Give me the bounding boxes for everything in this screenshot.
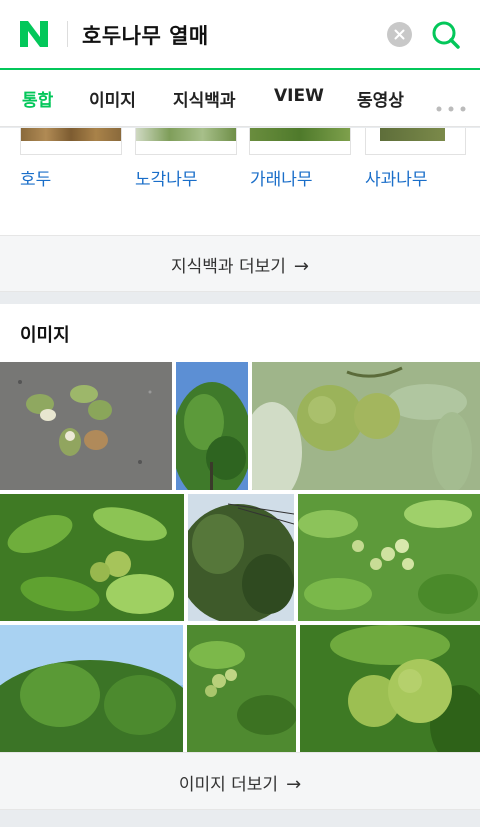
related-thumb-stewartia[interactable] <box>135 128 237 155</box>
search-header: 호두나무 열매 <box>0 0 480 68</box>
related-label-apple[interactable]: 사과나무 <box>365 165 428 190</box>
search-query-input[interactable]: 호두나무 열매 <box>82 20 209 50</box>
tab-encyclopedia[interactable]: 지식백과 <box>173 86 236 111</box>
image-section-title: 이미지 <box>20 325 70 346</box>
related-label-butternut[interactable]: 가래나무 <box>250 165 313 190</box>
related-thumb-apple[interactable] <box>365 128 466 155</box>
related-thumb-butternut[interactable] <box>249 128 351 155</box>
image-green-walnuts-closeup[interactable] <box>252 362 480 490</box>
naver-logo-icon[interactable] <box>18 19 50 49</box>
clear-icon[interactable] <box>387 22 412 47</box>
image-walnut-branch-fruits[interactable] <box>187 625 296 752</box>
tab-view[interactable]: VIEW <box>274 86 324 106</box>
header-divider <box>67 21 68 47</box>
more-tabs-icon[interactable] <box>436 97 466 112</box>
tab-images[interactable]: 이미지 <box>89 86 136 111</box>
section-gap <box>0 810 480 827</box>
tab-video[interactable]: 동영상 <box>357 86 404 111</box>
encyclopedia-more-label: 지식백과 더보기 <box>171 257 286 277</box>
related-encyclopedia-section: 호두 노각나무 가래나무 사과나무 <box>0 128 480 235</box>
image-two-green-walnuts[interactable] <box>300 625 480 752</box>
arrow-right-icon: → <box>286 774 302 795</box>
image-walnut-tree-top[interactable] <box>176 362 248 490</box>
images-more-button[interactable]: 이미지 더보기 → <box>0 752 480 810</box>
related-label-walnut[interactable]: 호두 <box>20 165 51 190</box>
search-icon[interactable] <box>430 19 462 51</box>
image-walnut-fruit-cluster[interactable] <box>298 494 480 621</box>
related-label-stewartia[interactable]: 노각나무 <box>135 165 198 190</box>
tab-all[interactable]: 통합 <box>22 86 53 111</box>
encyclopedia-more-button[interactable]: 지식백과 더보기 → <box>0 235 480 292</box>
image-walnut-tree-and-wires[interactable] <box>188 494 294 621</box>
image-walnut-tree-canopy[interactable] <box>0 625 183 752</box>
image-walnut-husks-on-asphalt[interactable] <box>0 362 172 490</box>
related-thumb-walnut[interactable] <box>20 128 122 155</box>
section-gap <box>0 292 480 304</box>
image-walnut-leaves-with-fruit[interactable] <box>0 494 184 621</box>
search-tabs: 통합 이미지 지식백과 VIEW 동영상 <box>0 68 480 127</box>
images-more-label: 이미지 더보기 <box>178 775 279 795</box>
image-section: 이미지 <box>0 304 480 752</box>
arrow-right-icon: → <box>293 256 309 277</box>
